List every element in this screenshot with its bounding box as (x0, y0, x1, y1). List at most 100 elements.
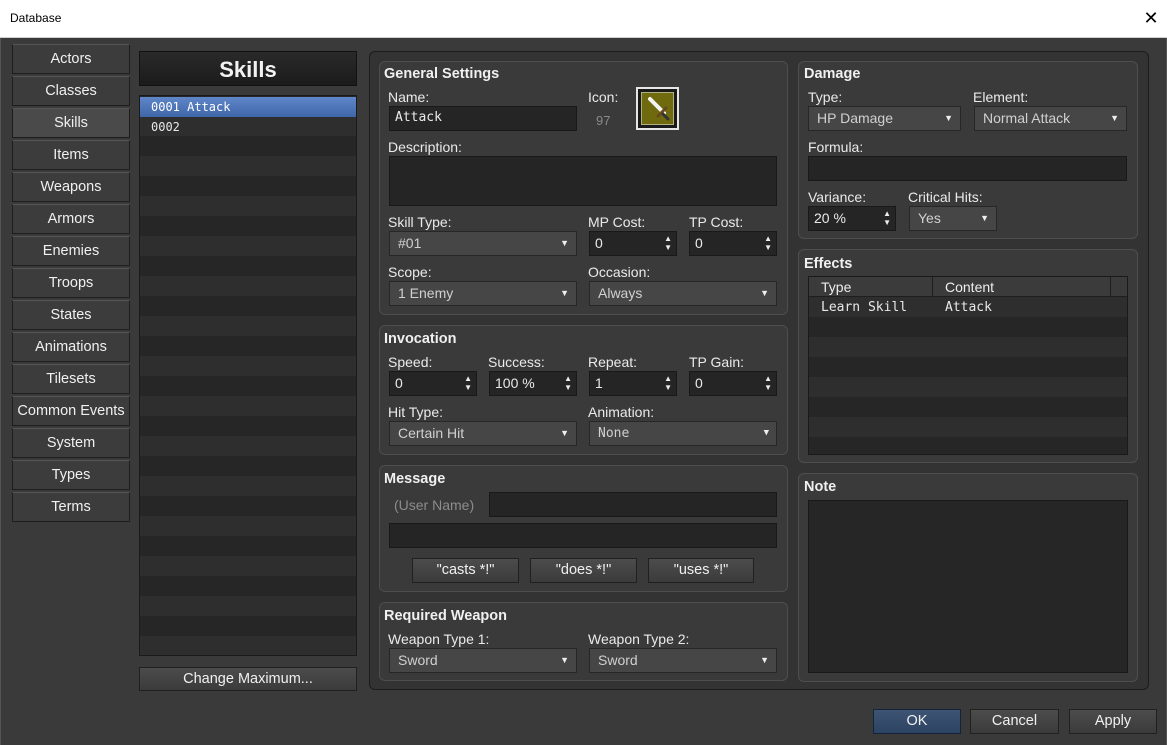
damage-type-dropdown[interactable]: HP Damage ▼ (808, 106, 961, 131)
close-icon[interactable]: ✕ (1140, 6, 1162, 30)
decrement-icon[interactable]: ▼ (464, 384, 472, 392)
description-label: Description: (388, 139, 462, 155)
does-button[interactable]: "does *!" (530, 558, 637, 583)
message-line2-field[interactable] (389, 523, 777, 548)
list-item[interactable]: 0002 (140, 117, 356, 137)
animation-value: None (598, 426, 630, 441)
tab-states[interactable]: States (12, 300, 130, 330)
list-header: Skills (139, 51, 357, 86)
column-header-content[interactable]: Content (933, 277, 1111, 297)
tab-terms[interactable]: Terms (12, 492, 130, 522)
effects-table[interactable]: Type Content Learn Skill Attack (808, 276, 1128, 455)
success-stepper[interactable]: 100 % ▲ ▼ (489, 371, 577, 396)
tab-armors[interactable]: Armors (12, 204, 130, 234)
note-title: Note (804, 479, 837, 495)
tp-cost-stepper[interactable]: 0 ▲ ▼ (689, 231, 777, 256)
skill-type-label: Skill Type: (388, 214, 452, 230)
repeat-value: 1 (595, 375, 603, 391)
increment-icon[interactable]: ▲ (664, 375, 672, 383)
variance-stepper[interactable]: 20 % ▲ ▼ (808, 206, 896, 231)
mp-cost-label: MP Cost: (588, 214, 646, 230)
tab-items[interactable]: Items (12, 140, 130, 170)
uses-button[interactable]: "uses *!" (648, 558, 754, 583)
tab-troops[interactable]: Troops (12, 268, 130, 298)
damage-type-value: HP Damage (817, 110, 894, 126)
damage-type-label: Type: (808, 89, 843, 105)
tab-weapons[interactable]: Weapons (12, 172, 130, 202)
chevron-down-icon: ▼ (560, 238, 569, 248)
increment-icon[interactable]: ▲ (764, 375, 772, 383)
effects-table-header: Type Content (809, 277, 1127, 297)
critical-hits-value: Yes (918, 210, 941, 226)
speed-stepper[interactable]: 0 ▲ ▼ (389, 371, 477, 396)
increment-icon[interactable]: ▲ (883, 210, 891, 218)
tab-enemies[interactable]: Enemies (12, 236, 130, 266)
name-field[interactable]: Attack (389, 106, 577, 131)
speed-value: 0 (395, 375, 403, 391)
element-value: Normal Attack (983, 110, 1071, 126)
chevron-down-icon: ▼ (560, 655, 569, 665)
scope-dropdown[interactable]: 1 Enemy ▼ (389, 281, 577, 306)
tab-types[interactable]: Types (12, 460, 130, 490)
skill-type-value: #01 (398, 235, 422, 251)
formula-label: Formula: (808, 139, 864, 155)
casts-button[interactable]: "casts *!" (412, 558, 519, 583)
mp-cost-stepper[interactable]: 0 ▲ ▼ (589, 231, 677, 256)
weapon-type2-value: Sword (598, 652, 638, 668)
apply-button[interactable]: Apply (1069, 709, 1157, 734)
decrement-icon[interactable]: ▼ (664, 244, 672, 252)
increment-icon[interactable]: ▲ (664, 235, 672, 243)
effect-row-type[interactable]: Learn Skill (821, 298, 907, 318)
change-maximum-button[interactable]: Change Maximum... (139, 667, 357, 691)
list-item[interactable]: 0001 Attack (140, 97, 356, 117)
animation-dropdown[interactable]: None ▼ (589, 421, 777, 446)
tab-skills[interactable]: Skills (12, 108, 130, 138)
skills-list[interactable]: 0001 Attack 0002 (139, 95, 357, 656)
description-field[interactable] (389, 156, 777, 206)
decrement-icon[interactable]: ▼ (883, 219, 891, 227)
occasion-dropdown[interactable]: Always ▼ (589, 281, 777, 306)
critical-hits-label: Critical Hits: (908, 189, 983, 205)
increment-icon[interactable]: ▲ (764, 235, 772, 243)
formula-field[interactable] (808, 156, 1127, 181)
tp-cost-label: TP Cost: (689, 214, 744, 230)
skill-type-dropdown[interactable]: #01 ▼ (389, 231, 577, 256)
message-line1-field[interactable] (489, 492, 777, 517)
chevron-down-icon: ▼ (760, 655, 769, 665)
tab-actors[interactable]: Actors (12, 44, 130, 74)
decrement-icon[interactable]: ▼ (664, 384, 672, 392)
element-label: Element: (973, 89, 1029, 105)
icon-picker[interactable] (636, 87, 679, 130)
tp-gain-stepper[interactable]: 0 ▲ ▼ (689, 371, 777, 396)
note-textarea[interactable] (808, 500, 1128, 673)
effect-row-content[interactable]: Attack (945, 298, 992, 318)
decrement-icon[interactable]: ▼ (764, 384, 772, 392)
icon-label: Icon: (588, 89, 619, 105)
repeat-label: Repeat: (588, 354, 638, 370)
success-value: 100 % (495, 375, 535, 391)
ok-button[interactable]: OK (873, 709, 961, 734)
increment-icon[interactable]: ▲ (464, 375, 472, 383)
message-title: Message (384, 471, 446, 487)
weapon-type1-dropdown[interactable]: Sword ▼ (389, 648, 577, 673)
decrement-icon[interactable]: ▼ (764, 244, 772, 252)
hit-type-dropdown[interactable]: Certain Hit ▼ (389, 421, 577, 446)
critical-hits-dropdown[interactable]: Yes ▼ (909, 206, 997, 231)
increment-icon[interactable]: ▲ (564, 375, 572, 383)
tab-system[interactable]: System (12, 428, 130, 458)
occasion-label: Occasion: (588, 264, 651, 280)
required-weapon-title: Required Weapon (384, 608, 507, 624)
chevron-down-icon: ▼ (763, 428, 769, 438)
chevron-down-icon: ▼ (560, 428, 569, 438)
repeat-stepper[interactable]: 1 ▲ ▼ (589, 371, 677, 396)
column-header-type[interactable]: Type (809, 277, 933, 297)
tab-animations[interactable]: Animations (12, 332, 130, 362)
tp-cost-value: 0 (695, 235, 703, 251)
weapon-type2-dropdown[interactable]: Sword ▼ (589, 648, 777, 673)
decrement-icon[interactable]: ▼ (564, 384, 572, 392)
element-dropdown[interactable]: Normal Attack ▼ (974, 106, 1127, 131)
tab-common-events[interactable]: Common Events (12, 396, 130, 426)
tab-tilesets[interactable]: Tilesets (12, 364, 130, 394)
cancel-button[interactable]: Cancel (970, 709, 1059, 734)
tab-classes[interactable]: Classes (12, 76, 130, 106)
